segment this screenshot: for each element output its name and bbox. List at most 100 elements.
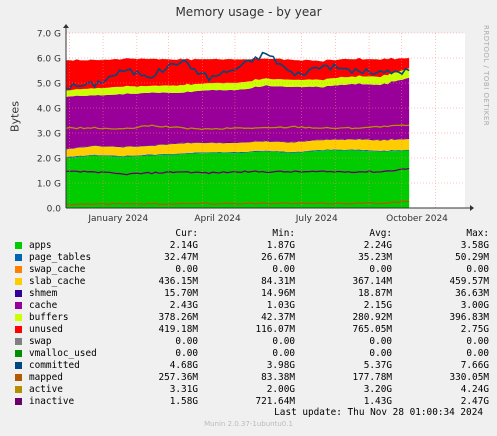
legend-swatch (15, 374, 22, 381)
legend-name: unused (8, 324, 124, 336)
legend-min: 0.00 (272, 336, 295, 347)
legend-max: 50.29M (455, 252, 489, 263)
legend-avg: 18.87M (358, 288, 392, 299)
legend-cur: 1.58G (169, 396, 198, 407)
legend-avg: 177.78M (352, 372, 392, 383)
legend-cur: 2.43G (169, 300, 198, 311)
legend-cur: 3.31G (169, 384, 198, 395)
legend-min: 84.31M (261, 276, 295, 287)
legend-min: 2.00G (266, 384, 295, 395)
legend-row-cache: cache 2.43G 1.03G 2.15G 3.00G (8, 300, 489, 312)
legend-name: active (8, 384, 124, 396)
legend-label: buffers (29, 312, 69, 323)
legend-header-avg: Avg: (369, 228, 392, 239)
legend-max: 0.00 (466, 336, 489, 347)
legend-label: unused (29, 324, 63, 335)
y-tick-label: 0.0 (47, 205, 62, 215)
legend-swatch (15, 362, 22, 369)
x-tick-label: July 2024 (295, 214, 338, 224)
area-apps (66, 150, 410, 208)
legend-name: buffers (8, 312, 124, 324)
legend-min: 0.00 (272, 264, 295, 275)
legend-name: swap_cache (8, 264, 124, 276)
legend-swatch (15, 266, 22, 273)
legend-label: vmalloc_used (29, 348, 97, 359)
memory-chart: 0.0 1.0 G 2.0 G 3.0 G 4.0 G 5.0 G 6.0 G 7.0 G Ja… (37, 24, 474, 224)
legend-swatch (15, 254, 22, 261)
legend-max: 459.57M (449, 276, 489, 287)
legend-header-min: Min: (272, 228, 295, 239)
legend-swatch (15, 386, 22, 393)
legend-label: apps (29, 240, 52, 251)
legend-max: 2.75G (460, 324, 489, 335)
legend-cur: 32.47M (164, 252, 198, 263)
legend-cur: 0.00 (175, 336, 198, 347)
legend-min: 14.96M (261, 288, 295, 299)
legend-avg: 35.23M (358, 252, 392, 263)
legend-cur: 378.26M (158, 312, 198, 323)
legend-row-shmem: shmem 15.70M 14.96M 18.87M 36.63M (8, 288, 489, 300)
munin-version: Munin 2.0.37-1ubuntu0.1 (204, 420, 293, 428)
legend-avg: 0.00 (369, 348, 392, 359)
legend-name: slab_cache (8, 276, 124, 288)
legend-max: 330.05M (449, 372, 489, 383)
legend-label: mapped (29, 372, 63, 383)
legend-swatch (15, 290, 22, 297)
legend-min: 83.38M (261, 372, 295, 383)
y-tick-label: 3.0 G (37, 130, 61, 140)
legend-max: 3.00G (460, 300, 489, 311)
last-update: Last update: Thu Nov 28 01:00:34 2024 (274, 407, 483, 418)
legend-header-max: Max: (466, 228, 489, 239)
legend-label: active (29, 384, 63, 395)
legend-header-name (8, 228, 124, 240)
y-tick-label: 2.0 G (37, 155, 61, 165)
legend-row-mapped: mapped 257.36M 83.38M 177.78M 330.05M (8, 372, 489, 384)
legend-row-swap: swap 0.00 0.00 0.00 0.00 (8, 336, 489, 348)
x-tick-label: January 2024 (87, 214, 148, 224)
legend-swatch (15, 314, 22, 321)
legend-cur: 419.18M (158, 324, 198, 335)
legend-cur: 15.70M (164, 288, 198, 299)
legend-row-active: active 3.31G 2.00G 3.20G 4.24G (8, 384, 489, 396)
legend-min: 3.98G (266, 360, 295, 371)
legend-cur: 436.15M (158, 276, 198, 287)
legend-row-vmalloc-used: vmalloc_used 0.00 0.00 0.00 0.00 (8, 348, 489, 360)
legend-label: committed (29, 360, 80, 371)
legend-min: 1.87G (266, 240, 295, 251)
legend-cur: 4.68G (169, 360, 198, 371)
y-tick-label: 4.0 G (37, 105, 61, 115)
legend-min: 116.07M (255, 324, 295, 335)
legend-row-unused: unused 419.18M 116.07M 765.05M 2.75G (8, 324, 489, 336)
legend-max: 396.83M (449, 312, 489, 323)
legend-label: cache (29, 300, 58, 311)
legend-swatch (15, 398, 22, 405)
legend-row-swap-cache: swap_cache 0.00 0.00 0.00 0.00 (8, 264, 489, 276)
legend-row-slab-cache: slab_cache 436.15M 84.31M 367.14M 459.57M (8, 276, 489, 288)
legend-name: committed (8, 360, 124, 372)
legend-name: inactive (8, 396, 124, 408)
y-tick-label: 5.0 G (37, 80, 61, 90)
legend-cur: 0.00 (175, 264, 198, 275)
legend-label: slab_cache (29, 276, 86, 287)
legend-name: page_tables (8, 252, 124, 264)
legend-avg: 765.05M (352, 324, 392, 335)
legend-avg: 2.15G (363, 300, 392, 311)
legend-min: 42.37M (261, 312, 295, 323)
x-tick-label: October 2024 (386, 214, 448, 224)
y-tick-label: 7.0 G (37, 30, 61, 40)
x-tick-label: April 2024 (194, 214, 241, 224)
legend-label: swap (29, 336, 52, 347)
legend-avg: 0.00 (369, 264, 392, 275)
legend-max: 0.00 (466, 348, 489, 359)
legend-name: mapped (8, 372, 124, 384)
legend-header-cur: Cur: (175, 228, 198, 239)
legend-cur: 0.00 (175, 348, 198, 359)
legend-min: 0.00 (272, 348, 295, 359)
y-axis-arrow (63, 24, 69, 28)
legend-row-buffers: buffers 378.26M 42.37M 280.92M 396.83M (8, 312, 489, 324)
legend-row-apps: apps 2.14G 1.87G 2.24G 3.58G (8, 240, 489, 252)
legend-row-committed: committed 4.68G 3.98G 5.37G 7.66G (8, 360, 489, 372)
legend-min: 1.03G (266, 300, 295, 311)
legend-name: vmalloc_used (8, 348, 124, 360)
legend-name: shmem (8, 288, 124, 300)
